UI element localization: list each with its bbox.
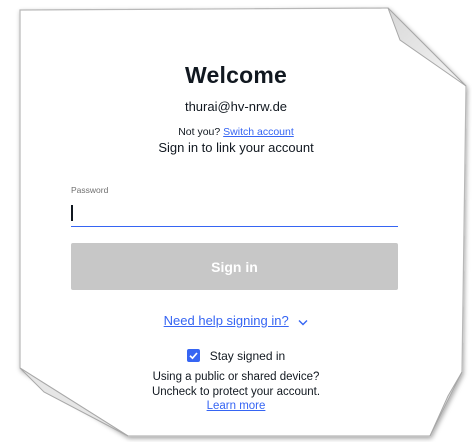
need-help-link[interactable]: Need help signing in? (164, 313, 289, 328)
checkmark-icon (189, 352, 198, 360)
shared-device-info: Using a public or shared device? Uncheck… (0, 370, 472, 414)
learn-more-link[interactable]: Learn more (207, 400, 266, 412)
stay-signed-in-checkbox[interactable] (186, 349, 200, 363)
info-line-2: Uncheck to protect your account. (151, 385, 321, 398)
signin-dialog: Welcome thurai@hv-nrw.de Not you? Switch… (0, 0, 472, 442)
stay-signed-in-row: Stay signed in (0, 349, 472, 363)
page-subtitle: Sign in to link your account (158, 140, 314, 155)
info-line-1: Using a public or shared device? (152, 371, 320, 383)
password-input[interactable] (71, 200, 398, 227)
sign-in-button[interactable]: Sign in (71, 243, 398, 290)
not-you-text: Not you? (178, 126, 221, 138)
page-title: Welcome (185, 62, 287, 88)
text-caret (71, 205, 73, 221)
stay-signed-in-label: Stay signed in (209, 349, 286, 363)
account-email: thurai@hv-nrw.de (184, 99, 288, 114)
help-row: Need help signing in? (0, 313, 472, 329)
switch-account-link[interactable]: Switch account (223, 126, 294, 138)
not-you-row: Not you? Switch account (0, 126, 472, 138)
chevron-down-icon[interactable] (298, 314, 308, 329)
password-label: Password (71, 185, 109, 195)
